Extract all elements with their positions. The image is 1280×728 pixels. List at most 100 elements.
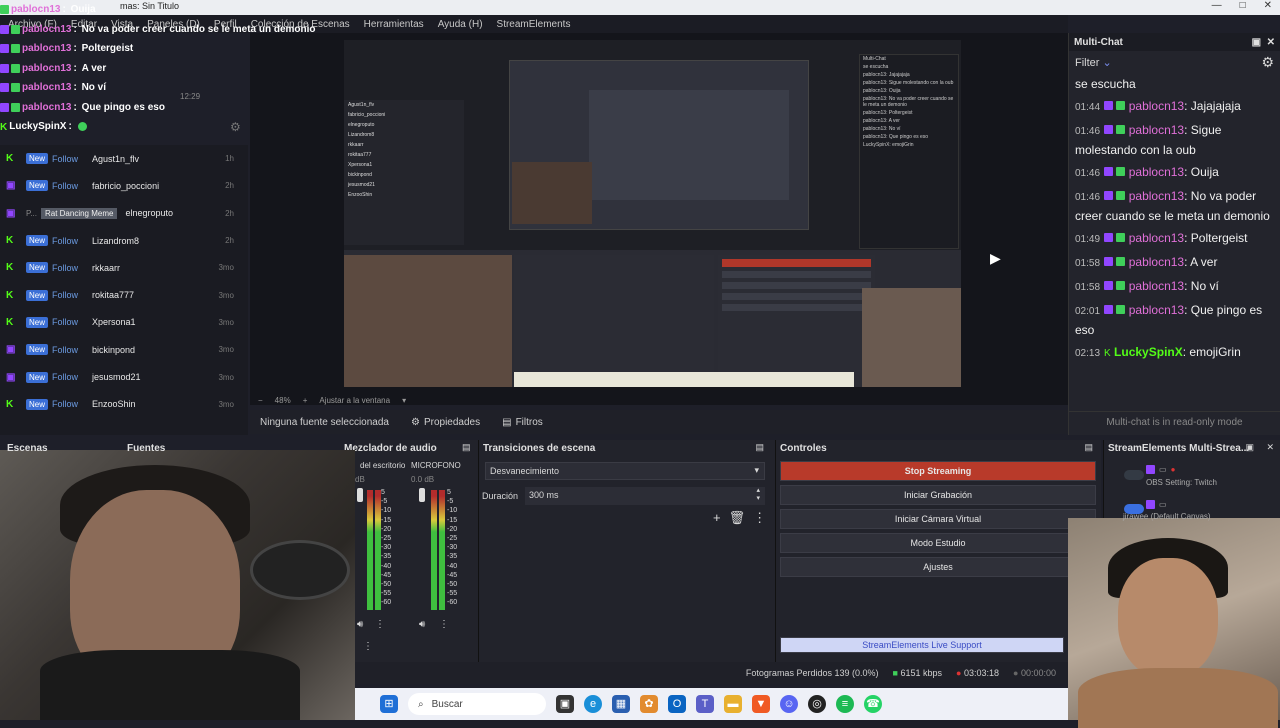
volume-slider[interactable]: [419, 488, 425, 502]
rec-time: 00:00:00: [1020, 668, 1056, 678]
twitch-icon: [0, 83, 9, 93]
more-options-icon[interactable]: ⋮: [753, 510, 766, 526]
undock-icon[interactable]: ▣: [1245, 442, 1254, 453]
edge-icon[interactable]: e: [584, 695, 602, 713]
store-icon[interactable]: ▦: [612, 695, 630, 713]
dropped-frames: Fotogramas Perdidos 139 (0.0%): [745, 668, 879, 678]
kick-icon: K: [0, 122, 8, 134]
badge-icon: [0, 5, 9, 15]
feed-row[interactable]: ▣ New Follow fabricio_poccioni 2h: [0, 172, 248, 199]
feed-row[interactable]: K New Follow Lizandrom8 2h: [0, 227, 248, 254]
se-row-twitch: ▭ ●: [1104, 465, 1175, 474]
filters-label: Filtros: [515, 416, 543, 428]
dock-menu-icon[interactable]: ▤: [1084, 442, 1093, 453]
menu-help[interactable]: Ayuda (H): [438, 19, 483, 30]
start-recording-button[interactable]: Iniciar Grabación: [780, 485, 1096, 505]
stop-streaming-button[interactable]: Stop Streaming: [780, 461, 1096, 481]
duration-label: Duración: [482, 491, 519, 501]
undock-icon[interactable]: ▣: [1252, 37, 1261, 48]
whatsapp-icon[interactable]: ☎: [864, 695, 882, 713]
twitch-icon: [0, 63, 9, 73]
chat-message: 01:46 pablocn13: Ouija: [1075, 165, 1219, 179]
more-options-icon[interactable]: ⋮: [363, 641, 373, 652]
outlook-icon[interactable]: O: [668, 695, 686, 713]
feed-row[interactable]: K New Follow rkkaarr 3mo: [0, 254, 248, 281]
gear-icon[interactable]: ⚙: [230, 120, 241, 134]
stepper-icon[interactable]: ▴ ▾: [756, 487, 760, 503]
feed-row[interactable]: K New Follow Xpersona1 3mo: [0, 309, 248, 336]
maximize-button[interactable]: □: [1240, 0, 1246, 11]
dock-menu-icon[interactable]: ▤: [462, 442, 471, 453]
minimize-button[interactable]: —: [1212, 0, 1222, 11]
brave-icon[interactable]: ▼: [752, 695, 770, 713]
volume-slider[interactable]: [357, 488, 363, 502]
teams-icon[interactable]: T: [696, 695, 714, 713]
feed-row[interactable]: K New Follow Agust1n_flv 1h: [0, 145, 248, 172]
more-options-icon[interactable]: ⋮: [439, 619, 449, 630]
dock-menu-icon[interactable]: ▤: [755, 442, 764, 453]
add-icon[interactable]: +: [713, 510, 721, 526]
chat-message: 02:01 pablocn13: Que pingo es eso: [1075, 303, 1263, 337]
chat-overlay-line: pablocn13: Poltergeist: [0, 39, 360, 59]
kick-icon: K: [6, 316, 14, 328]
volume-meter: [431, 490, 437, 610]
close-icon[interactable]: ✕: [1266, 442, 1274, 453]
feed-row[interactable]: K New Follow rokitaa777 3mo: [0, 281, 248, 308]
menu-streamelements[interactable]: StreamElements: [497, 19, 571, 30]
settings-button[interactable]: Ajustes: [780, 557, 1096, 577]
discord-icon[interactable]: ☺: [780, 695, 798, 713]
windows-start-icon[interactable]: ⊞: [380, 695, 398, 713]
chat-message: 01:44 pablocn13: Jajajajaja: [1075, 99, 1241, 113]
multichat-filter[interactable]: Filter ⌄ ⚙: [1069, 51, 1280, 73]
stream-preview[interactable]: Agust1n_flv fabricio_poccioni elnegroputo L…: [344, 40, 961, 387]
gear-icon: ⚙: [410, 416, 420, 428]
zoom-bar: − 48% + Ajustar a la ventana ▾: [250, 394, 1068, 406]
gear-icon[interactable]: ⚙: [1261, 54, 1274, 71]
preview-nested-feed: Agust1n_flv fabricio_poccioni elnegroputo L…: [344, 100, 464, 245]
zoom-out-button[interactable]: −: [258, 396, 263, 405]
activity-feed: K New Follow Agust1n_flv 1h ▣ New Follow fabric…: [0, 145, 248, 435]
studio-mode-button[interactable]: Modo Estudio: [780, 533, 1096, 553]
status-bar: Fotogramas Perdidos 139 (0.0%) ■ 6151 kb…: [355, 662, 1068, 684]
close-window-button[interactable]: ✕: [1264, 0, 1272, 11]
speaker-icon[interactable]: 🔊︎: [419, 619, 425, 630]
badge-icon: [11, 44, 20, 54]
zoom-in-button[interactable]: +: [303, 396, 308, 405]
obs-icon[interactable]: ◎: [808, 695, 826, 713]
se-row-canvas: ▭: [1104, 500, 1167, 509]
copilot-icon[interactable]: ✿: [640, 695, 658, 713]
zoom-fit-select[interactable]: Ajustar a la ventana: [319, 396, 390, 405]
feed-row[interactable]: ▣ New Follow jesusmod21 3mo: [0, 363, 248, 390]
feed-row[interactable]: K New Follow EnzooShin 3mo: [0, 391, 248, 418]
speaker-icon[interactable]: 🔊︎: [357, 619, 363, 630]
chat-overlay-line: pablocn13: A ver: [0, 59, 360, 79]
taskbar-search[interactable]: ⌕ Buscar: [408, 693, 546, 715]
chat-overlay-line: K LuckySpinX:: [0, 117, 360, 137]
feed-row[interactable]: ▣ New Follow bickinpond 3mo: [0, 336, 248, 363]
live-dot-icon: ●: [1170, 465, 1176, 474]
chevron-down-icon[interactable]: ▾: [402, 396, 406, 405]
trash-icon[interactable]: 🗑︎: [729, 510, 746, 526]
more-options-icon[interactable]: ⋮: [375, 619, 385, 630]
preview-nested-controls: [718, 255, 875, 387]
kick-icon: K: [6, 262, 14, 274]
kick-icon: K: [6, 289, 14, 301]
properties-button[interactable]: ⚙ Propiedades: [411, 417, 480, 428]
spotify-icon[interactable]: ≡: [836, 695, 854, 713]
close-icon[interactable]: ✕: [1267, 37, 1275, 48]
feed-row[interactable]: ▣ P... Rat Dancing Meme elnegroputo 2h: [0, 200, 248, 227]
task-view-icon[interactable]: ▣: [556, 695, 574, 713]
filters-button[interactable]: ▤ Filtros: [502, 417, 543, 428]
rec-icon: ●: [1013, 668, 1019, 678]
chat-message: 01:58 pablocn13: No ví: [1075, 279, 1219, 293]
chevron-down-icon: ▾: [754, 465, 759, 475]
menu-tools[interactable]: Herramientas: [364, 19, 424, 30]
start-virtualcam-button[interactable]: Iniciar Cámara Virtual: [780, 509, 1096, 529]
multichat-panel: Multi-Chat ▣ ✕ Filter ⌄ ⚙ se escucha 01:…: [1068, 33, 1280, 435]
live-support-button[interactable]: StreamElements Live Support: [780, 637, 1064, 653]
duration-input[interactable]: 300 ms ▴ ▾: [525, 487, 765, 505]
filter-label: Filter: [1075, 56, 1100, 69]
monitor-icon: ▭: [1159, 500, 1167, 509]
folder-icon[interactable]: ▬: [724, 695, 742, 713]
transition-select[interactable]: Desvanecimiento ▾: [485, 462, 765, 480]
